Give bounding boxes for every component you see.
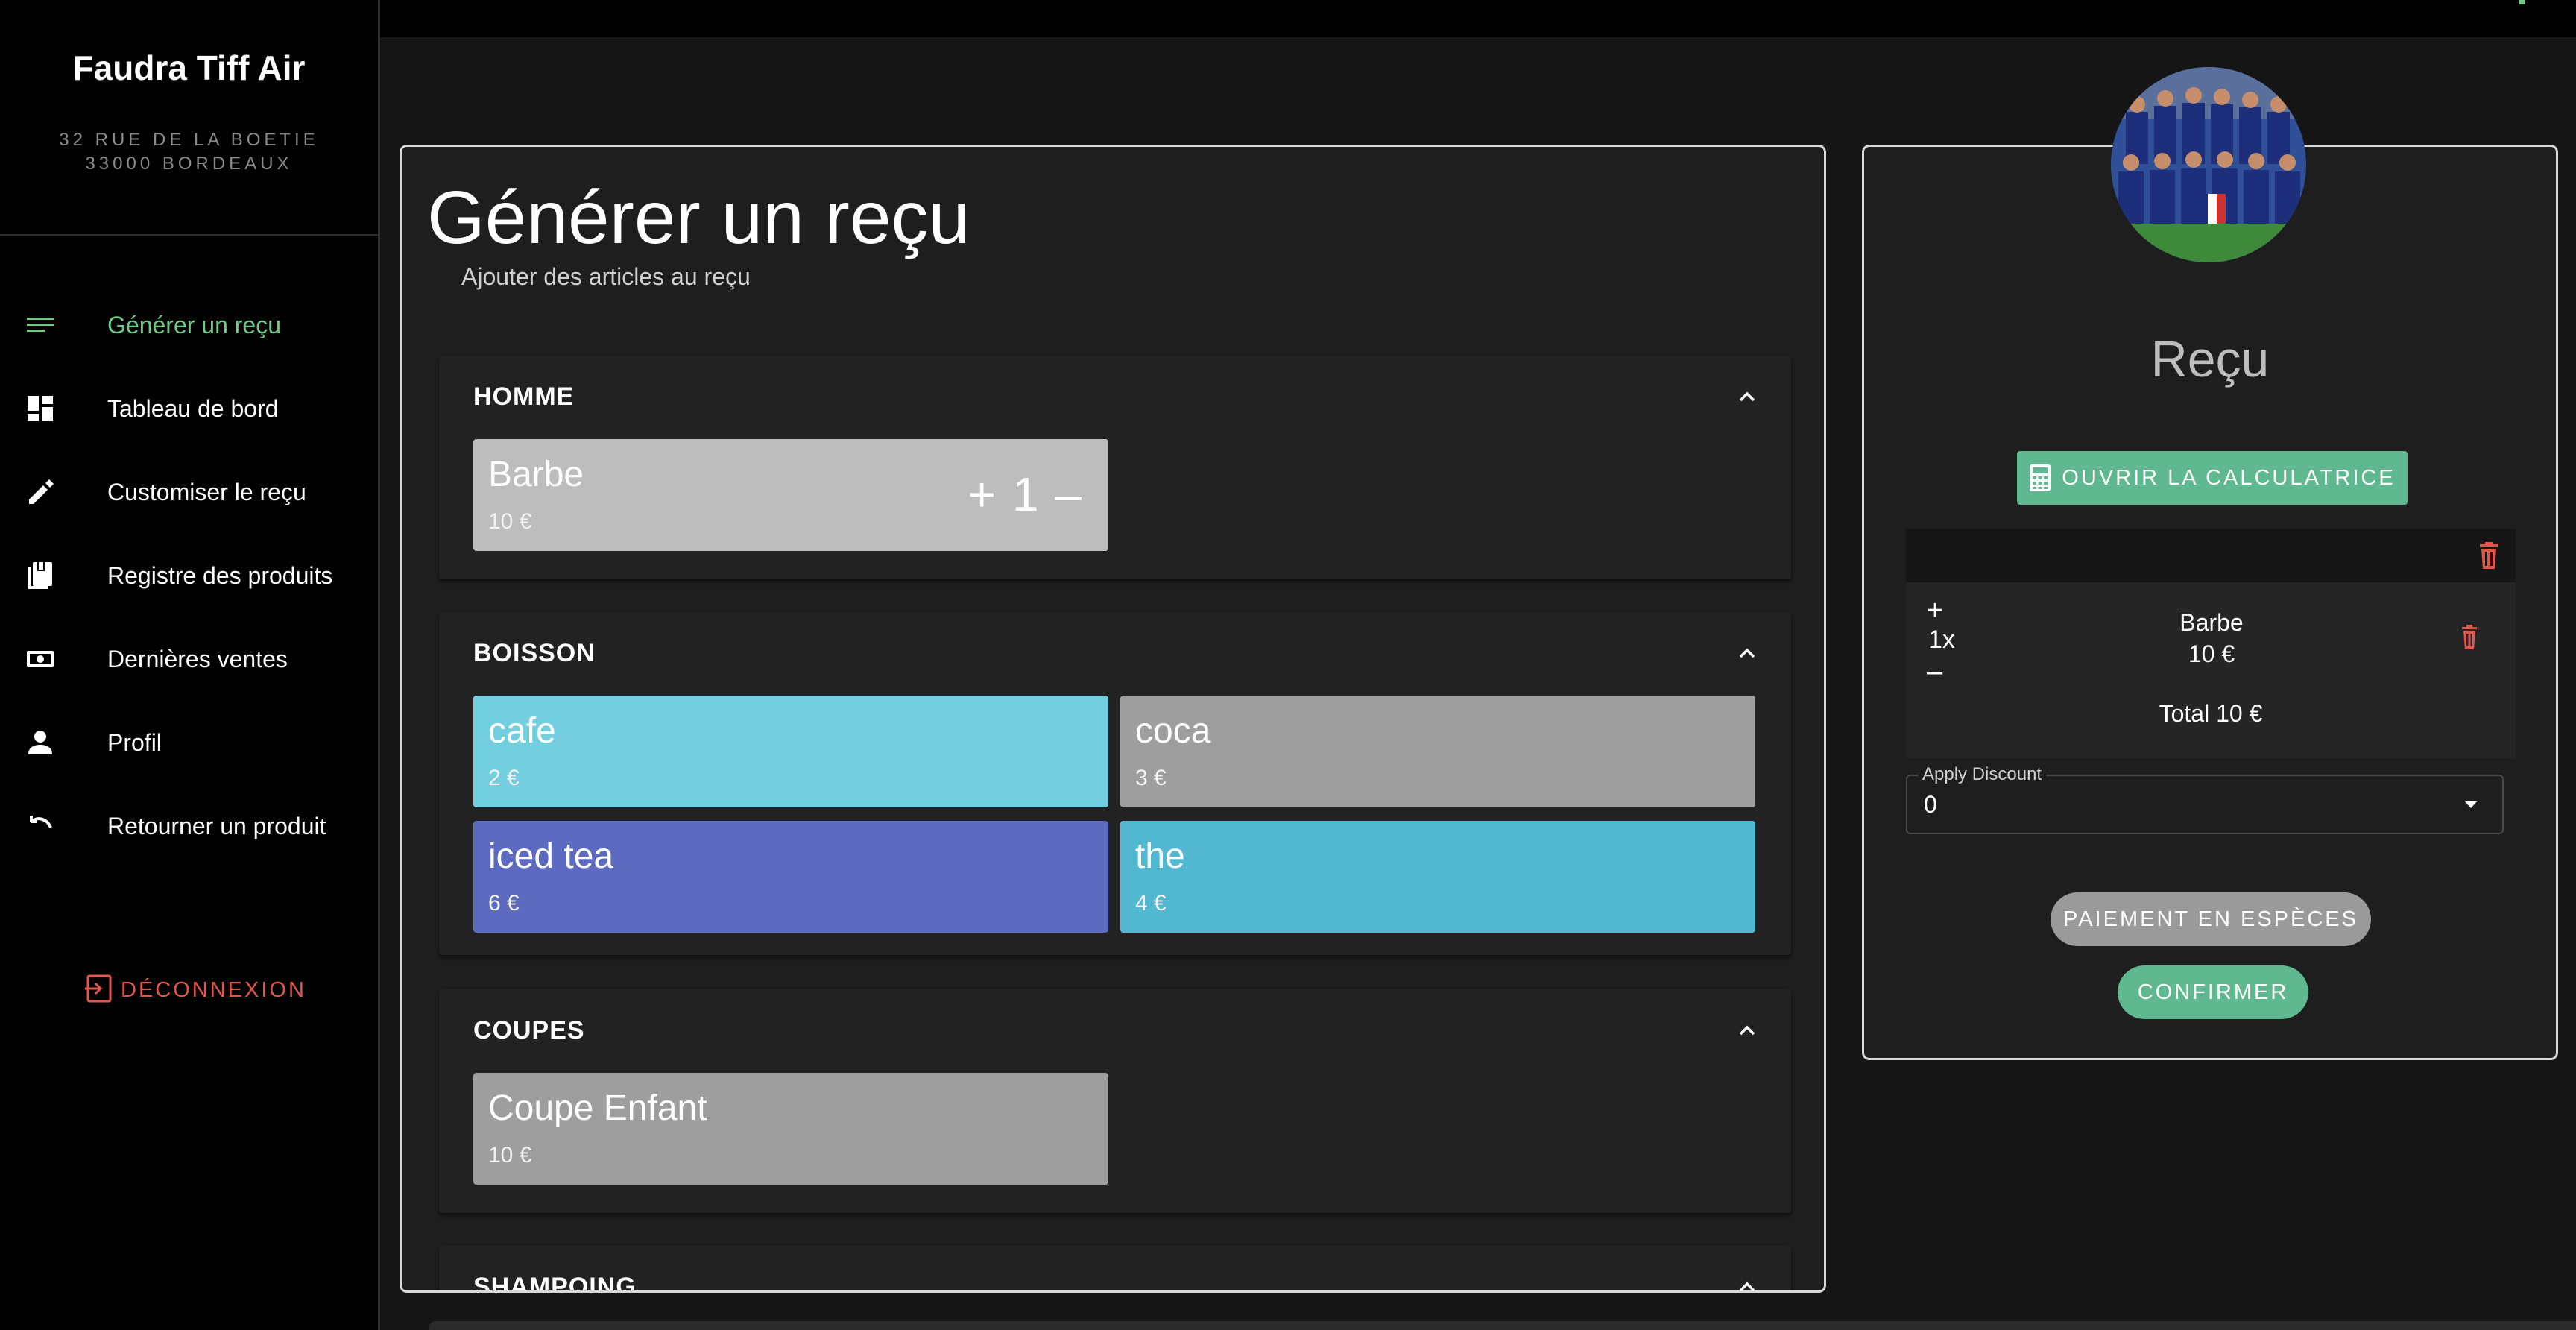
bottom-scroll-edge bbox=[429, 1321, 2576, 1330]
product-tile-coca[interactable]: coca 3 € bbox=[1120, 696, 1755, 807]
receipt-panel: Reçu OUVRIR LA CALCULATRICE + 1x – Barbe… bbox=[1862, 145, 2558, 1060]
logout-icon bbox=[83, 974, 113, 1007]
product-tile-coupe-enfant[interactable]: Coupe Enfant 10 € bbox=[473, 1073, 1108, 1185]
logout-button[interactable]: DÉCONNEXION bbox=[83, 974, 306, 1006]
dropdown-arrow-icon bbox=[2464, 801, 2478, 808]
sidebar-item-label: Registre des produits bbox=[107, 562, 333, 589]
address-line-1: 32 RUE DE LA BOETIE bbox=[59, 130, 319, 150]
sidebar: Faudra Tiff Air 32 RUE DE LA BOETIE 3300… bbox=[0, 0, 380, 1330]
product-name: Coupe Enfant bbox=[488, 1088, 707, 1128]
remove-line-trash-icon[interactable] bbox=[2457, 624, 2481, 651]
apply-discount-label: Apply Discount bbox=[1918, 764, 2047, 785]
page-subtitle: Ajouter des articles au reçu bbox=[461, 263, 751, 290]
product-price: 2 € bbox=[488, 766, 520, 790]
category-header[interactable]: BOISSON bbox=[473, 612, 596, 694]
top-bar bbox=[380, 0, 2576, 37]
product-price: 10 € bbox=[488, 509, 532, 534]
apply-discount-value: 0 bbox=[1924, 791, 1937, 818]
category-header[interactable]: COUPES bbox=[473, 989, 585, 1071]
brand-address: 32 RUE DE LA BOETIE 33000 BORDEAUX bbox=[0, 128, 378, 176]
product-price: 10 € bbox=[488, 1143, 532, 1167]
chevron-up-icon[interactable] bbox=[1733, 1273, 1761, 1293]
undo-icon bbox=[25, 811, 55, 841]
product-price: 3 € bbox=[1135, 766, 1167, 790]
product-tile-iced-tea[interactable]: iced tea 6 € bbox=[473, 821, 1108, 933]
sidebar-item-tableau-de-bord[interactable]: Tableau de bord bbox=[0, 379, 378, 438]
category-header[interactable]: HOMME bbox=[473, 356, 574, 438]
line-item-name: Barbe bbox=[2179, 609, 2244, 636]
pencil-icon bbox=[25, 477, 55, 507]
product-name: cafe bbox=[488, 711, 556, 751]
product-name: iced tea bbox=[488, 836, 614, 876]
category-homme: HOMME Barbe 10 € + 1 – bbox=[439, 356, 1791, 579]
category-header[interactable]: SHAMPOING bbox=[473, 1246, 637, 1290]
category-boisson: BOISSON cafe 2 € coca 3 € iced tea 6 € t… bbox=[439, 612, 1791, 955]
category-coupes: COUPES Coupe Enfant 10 € bbox=[439, 989, 1791, 1213]
line-quantity: 1x bbox=[1928, 625, 1955, 654]
product-price: 4 € bbox=[1135, 891, 1167, 915]
sidebar-item-generer-recu[interactable]: Générer un reçu bbox=[0, 295, 378, 355]
chevron-up-icon[interactable] bbox=[1733, 382, 1761, 411]
product-name: the bbox=[1135, 836, 1185, 876]
sidebar-item-customiser-recu[interactable]: Customiser le reçu bbox=[0, 462, 378, 522]
sidebar-item-label: Tableau de bord bbox=[107, 395, 279, 422]
receipt-total: Total 10 € bbox=[2159, 700, 2263, 727]
logout-label: DÉCONNEXION bbox=[121, 977, 306, 1002]
banknote-icon bbox=[25, 644, 55, 674]
confirm-button[interactable]: CONFIRMER bbox=[2118, 965, 2308, 1019]
product-name: coca bbox=[1135, 711, 1211, 751]
line-decrease-button[interactable]: – bbox=[1927, 657, 1942, 687]
brand-name: Faudra Tiff Air bbox=[72, 48, 306, 87]
person-icon bbox=[25, 728, 55, 757]
sidebar-item-label: Customiser le reçu bbox=[107, 479, 306, 505]
sidebar-item-label: Générer un reçu bbox=[107, 312, 282, 338]
line-increase-button[interactable]: + bbox=[1927, 596, 1943, 625]
receipt-lines-icon bbox=[25, 310, 55, 340]
avatar bbox=[2111, 67, 2306, 262]
increase-quantity-button[interactable]: + bbox=[967, 464, 995, 524]
decrease-quantity-button[interactable]: – bbox=[1055, 464, 1082, 524]
sidebar-item-label: Retourner un produit bbox=[107, 813, 326, 839]
sidebar-item-registre-produits[interactable]: Registre des produits bbox=[0, 546, 378, 605]
confirm-label: CONFIRMER bbox=[2137, 980, 2289, 1004]
sidebar-item-profil[interactable]: Profil bbox=[0, 713, 378, 772]
chevron-up-icon[interactable] bbox=[1733, 639, 1761, 667]
product-tile-the[interactable]: the 4 € bbox=[1120, 821, 1755, 933]
receipt-builder-panel: Générer un reçu Ajouter des articles au … bbox=[400, 145, 1826, 1293]
open-calculator-label: OUVRIR LA CALCULATRICE bbox=[2062, 465, 2396, 490]
product-name: Barbe bbox=[488, 455, 584, 494]
calculator-icon bbox=[2030, 464, 2051, 491]
open-calculator-button[interactable]: OUVRIR LA CALCULATRICE bbox=[2017, 451, 2408, 505]
page-title: Générer un reçu bbox=[427, 176, 970, 259]
receipt-lines: + 1x – Barbe 10 € Total 10 € bbox=[1906, 529, 2516, 758]
address-line-2: 33000 BORDEAUX bbox=[85, 154, 293, 174]
sidebar-item-label: Dernières ventes bbox=[107, 646, 288, 672]
sidebar-item-dernieres-ventes[interactable]: Dernières ventes bbox=[0, 629, 378, 689]
chevron-up-icon[interactable] bbox=[1733, 1016, 1761, 1044]
product-register-icon bbox=[25, 561, 55, 590]
receipt-title: Reçu bbox=[2150, 331, 2270, 388]
apply-discount-select[interactable]: Apply Discount 0 bbox=[1906, 764, 2504, 834]
cash-payment-button[interactable]: PAIEMENT EN ESPÈCES bbox=[2051, 892, 2371, 946]
sidebar-item-label: Profil bbox=[107, 729, 162, 756]
quantity-value: 1 bbox=[1011, 467, 1039, 521]
line-item-price: 10 € bbox=[2188, 640, 2235, 667]
receipt-lines-header bbox=[1906, 529, 2516, 582]
category-shampoing: SHAMPOING bbox=[439, 1246, 1791, 1293]
product-price: 6 € bbox=[488, 891, 520, 915]
cash-payment-label: PAIEMENT EN ESPÈCES bbox=[2063, 907, 2358, 931]
sidebar-item-retourner-produit[interactable]: Retourner un produit bbox=[0, 796, 378, 856]
clear-receipt-trash-icon[interactable] bbox=[2474, 540, 2504, 570]
quantity-stepper: + 1 – bbox=[967, 464, 1082, 524]
product-tile-barbe[interactable]: Barbe 10 € + 1 – bbox=[473, 439, 1108, 551]
dashboard-icon bbox=[25, 394, 55, 423]
brand-header: Faudra Tiff Air 32 RUE DE LA BOETIE 3300… bbox=[0, 0, 378, 236]
product-tile-cafe[interactable]: cafe 2 € bbox=[473, 696, 1108, 807]
top-bar-indicator bbox=[2519, 0, 2525, 4]
